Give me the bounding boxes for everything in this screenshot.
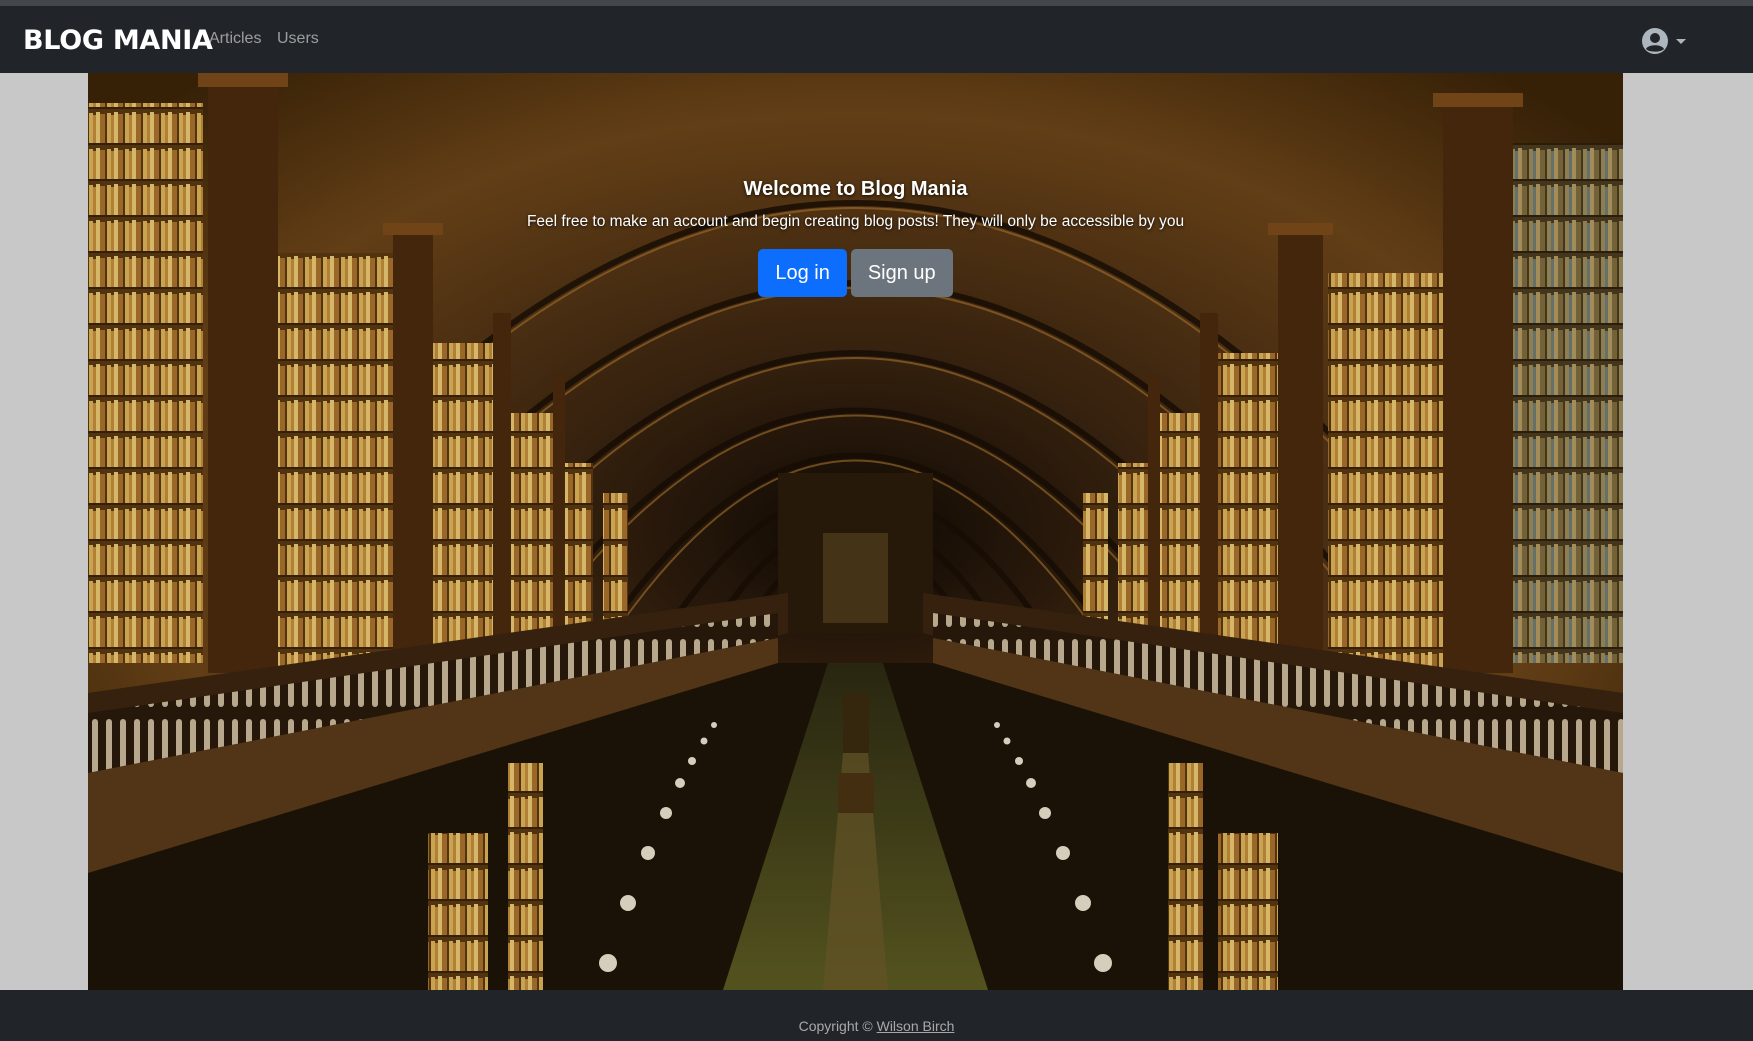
nav-link-articles[interactable]: Articles: [209, 30, 261, 48]
hero-subtitle: Feel free to make an account and begin c…: [526, 213, 1185, 230]
caret-down-icon: [1676, 39, 1686, 44]
hero-banner: Welcome to Blog Mania Feel free to make …: [88, 73, 1623, 990]
signup-button[interactable]: Sign up: [850, 249, 953, 297]
copyright-text: Copyright ©: [798, 1018, 873, 1034]
user-menu-dropdown[interactable]: [1641, 24, 1691, 58]
footer: Copyright © Wilson Birch: [0, 990, 1753, 1041]
user-circle-icon: [1642, 28, 1668, 54]
navbar: BLOG MANIA Articles Users: [0, 6, 1753, 73]
hero-button-group: Log in Sign up: [88, 249, 1623, 297]
login-button[interactable]: Log in: [758, 249, 847, 297]
footer-copyright: Copyright © Wilson Birch: [0, 1018, 1753, 1034]
author-link[interactable]: Wilson Birch: [877, 1018, 955, 1034]
brand-logo[interactable]: BLOG MANIA: [23, 25, 213, 56]
hero-title: Welcome to Blog Mania: [743, 178, 968, 200]
nav-link-users[interactable]: Users: [277, 30, 319, 48]
hero-content: Welcome to Blog Mania Feel free to make …: [88, 178, 1623, 297]
